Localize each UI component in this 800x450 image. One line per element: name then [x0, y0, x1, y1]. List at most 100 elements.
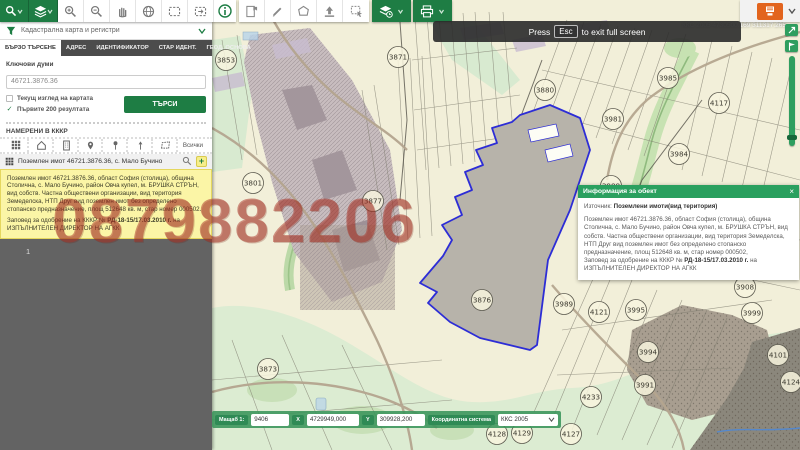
- info-button[interactable]: [214, 0, 236, 22]
- filter-parcels-button[interactable]: [6, 139, 29, 152]
- quick-search-form: Ключови думи Текущ изглед на картата ✓ П…: [0, 56, 212, 119]
- upload-icon: [323, 5, 336, 18]
- print-icon: [420, 5, 434, 18]
- parcel-label-4124: 4124: [781, 372, 800, 393]
- parcel-label-4101: 4101: [768, 345, 789, 366]
- survey-point-icon: [136, 140, 145, 151]
- svg-text:3871: 3871: [389, 53, 407, 62]
- scale-input[interactable]: [251, 414, 289, 426]
- flag-icon: [788, 42, 796, 51]
- history-layers-icon: [379, 4, 393, 18]
- parcel-label-4121: 4121: [589, 302, 610, 323]
- parcel-label-3877: 3877: [363, 191, 384, 212]
- close-icon[interactable]: ×: [789, 187, 794, 197]
- open-link-button[interactable]: [785, 24, 798, 36]
- x-coordinate-input[interactable]: [307, 414, 359, 426]
- first-200-option[interactable]: ✓ Първите 200 резултата: [6, 104, 124, 115]
- full-extent-button[interactable]: [136, 0, 162, 22]
- building-icon: [62, 140, 71, 151]
- y-coordinate-input[interactable]: [377, 414, 425, 426]
- globe-icon: [142, 5, 155, 18]
- tab-quick-search[interactable]: БЪРЗО ТЪРСЕНЕ: [0, 40, 61, 56]
- map-status-bar: Мащаб 1: X Y Координатна система ККС 200…: [212, 411, 561, 428]
- filter-buildings-button[interactable]: [31, 139, 54, 152]
- service-select[interactable]: Кадастрална карта и регистри: [0, 22, 212, 40]
- filter-points-button[interactable]: [81, 139, 104, 152]
- parcel-label-3871: 3871: [388, 47, 409, 68]
- svg-text:3908: 3908: [736, 283, 755, 292]
- svg-text:4101: 4101: [769, 351, 787, 360]
- search-button[interactable]: [0, 0, 29, 22]
- filter-units-button[interactable]: [56, 139, 79, 152]
- result-item[interactable]: Поземлен имот 46721.3876.36, с. Мало Буч…: [0, 154, 212, 169]
- tab-old-ident[interactable]: СТАР ИДЕНТ.: [154, 40, 202, 56]
- svg-text:4117: 4117: [710, 99, 728, 108]
- crs-value: ККС 2005: [501, 416, 542, 423]
- pan-hand-icon: [116, 5, 129, 18]
- filter-geodetic-button[interactable]: [130, 139, 153, 152]
- svg-text:4124: 4124: [782, 378, 800, 387]
- draw-polygon-button[interactable]: [291, 0, 317, 22]
- parcel-label-3981: 3981: [603, 109, 624, 130]
- zoom-in-icon: [64, 5, 77, 18]
- legend-button[interactable]: [757, 3, 783, 20]
- pencil-icon: [271, 5, 284, 18]
- upload-button[interactable]: [317, 0, 343, 22]
- flag-marker-button[interactable]: [785, 40, 798, 52]
- svg-text:3876: 3876: [473, 296, 492, 305]
- parcel-label-3994: 3994: [638, 342, 659, 363]
- keywords-label: Ключови думи: [6, 61, 206, 68]
- search-submit-button[interactable]: ТЪРСИ: [124, 96, 206, 113]
- tab-address[interactable]: АДРЕС: [61, 40, 91, 56]
- zoom-slider-handle[interactable]: [787, 135, 797, 140]
- current-view-option[interactable]: Текущ изглед на картата: [6, 93, 124, 104]
- zoom-in-button[interactable]: [58, 0, 84, 22]
- layers-button[interactable]: [29, 0, 58, 22]
- result-item-title: Поземлен имот 46721.3876.36, с. Мало Буч…: [18, 158, 178, 165]
- zoom-slider[interactable]: [789, 56, 795, 146]
- crs-select[interactable]: ККС 2005: [498, 414, 558, 426]
- filter-zones-button[interactable]: [155, 139, 178, 152]
- popup-header[interactable]: Информация за обект ×: [578, 185, 799, 198]
- result-detail-box: Поземлен имот 46721.3876.36, област Софи…: [0, 169, 212, 239]
- tab-geodetic[interactable]: ГЕОД. ОСНОВА: [201, 40, 255, 56]
- pan-button[interactable]: [110, 0, 136, 22]
- select-region-button[interactable]: [343, 0, 369, 22]
- checkbox-unchecked[interactable]: [6, 95, 13, 102]
- popup-body: Източник: Поземлени имоти(вид територия)…: [578, 198, 799, 280]
- pagination-page-1[interactable]: 1: [26, 247, 212, 256]
- zoom-out-button[interactable]: [84, 0, 110, 22]
- esc-keycap: Esc: [554, 25, 577, 38]
- history-layers-menu-button[interactable]: [372, 0, 411, 22]
- svg-text:3801: 3801: [244, 179, 262, 188]
- svg-text:4128: 4128: [488, 430, 507, 439]
- parcel-label-3801: 3801: [243, 173, 264, 194]
- parcel-label-3876: 3876: [472, 290, 493, 311]
- result-order-text: Заповед за одобрение на КККР № РД-18-15/…: [7, 217, 205, 233]
- add-result-button[interactable]: +: [196, 156, 207, 167]
- grid-icon: [5, 157, 14, 166]
- y-label: Y: [362, 415, 374, 425]
- parcel-label-4127: 4127: [561, 424, 582, 445]
- result-type-filters: Всички: [0, 137, 212, 154]
- svg-text:3991: 3991: [636, 381, 654, 390]
- previous-extent-button[interactable]: [188, 0, 214, 22]
- checkbox-checked[interactable]: ✓: [6, 106, 13, 113]
- top-right-toolbar: [740, 0, 800, 22]
- chevron-down-icon[interactable]: [788, 8, 796, 14]
- zoom-to-result-icon[interactable]: [182, 156, 192, 166]
- keywords-input[interactable]: [6, 75, 206, 89]
- svg-text:3985: 3985: [659, 74, 677, 83]
- filter-landmarks-button[interactable]: [105, 139, 128, 152]
- svg-text:3877: 3877: [364, 197, 382, 206]
- bookmark-button[interactable]: [239, 0, 265, 22]
- map-side-tools: [785, 24, 798, 146]
- object-info-popup: Информация за обект × Източник: Поземлен…: [578, 185, 799, 280]
- print-menu-button[interactable]: [413, 0, 452, 22]
- tab-identifier[interactable]: ИДЕНТИФИКАТОР: [91, 40, 153, 56]
- search-sidebar: Кадастрална карта и регистри БЪРЗО ТЪРСЕ…: [0, 22, 212, 450]
- filter-all-link[interactable]: Всички: [180, 142, 206, 149]
- extent-select-button[interactable]: [162, 0, 188, 22]
- measure-button[interactable]: [265, 0, 291, 22]
- chevron-down-icon: [198, 28, 206, 34]
